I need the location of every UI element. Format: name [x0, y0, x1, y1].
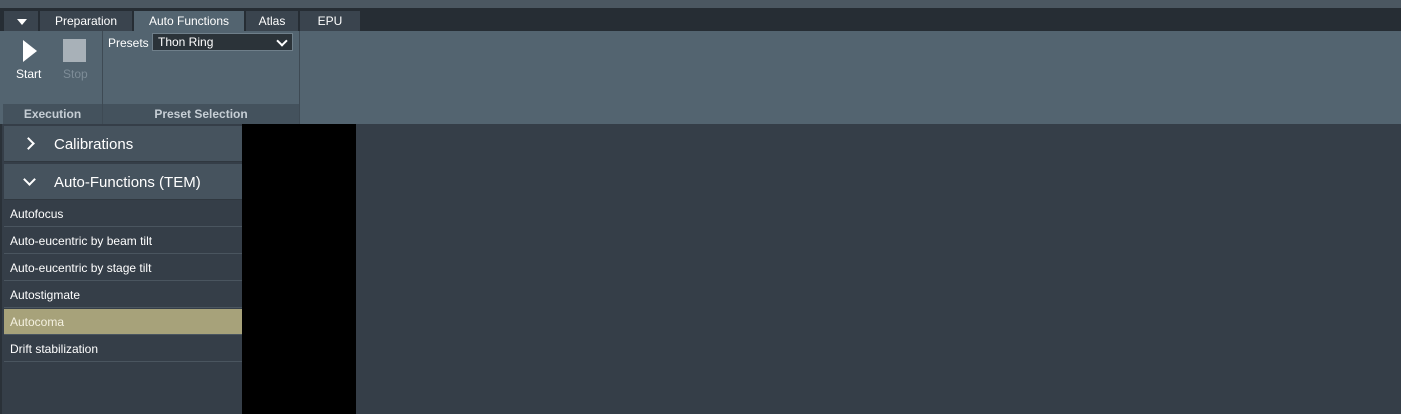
start-button[interactable]: Start: [11, 37, 47, 85]
section-calibrations-label: Calibrations: [54, 136, 134, 153]
stop-label: Stop: [63, 67, 88, 81]
list-item-autostigmate[interactable]: Autostigmate: [4, 282, 243, 308]
chevron-down-icon: [276, 35, 288, 47]
execution-group: Start Stop Execution: [3, 31, 103, 124]
play-icon: [23, 40, 37, 62]
chevron-right-icon: [22, 137, 35, 150]
tab-menu-dropdown[interactable]: [4, 11, 38, 31]
start-label: Start: [16, 67, 42, 81]
chevron-down-icon: [23, 173, 36, 186]
image-view-panel: [242, 124, 356, 414]
section-auto-functions-tem[interactable]: Auto-Functions (TEM): [4, 164, 244, 200]
preset-selection-group-label: Preset Selection: [103, 104, 299, 124]
list-item-auto-eucentric-stage-tilt[interactable]: Auto-eucentric by stage tilt: [4, 255, 243, 281]
list-item-autofocus[interactable]: Autofocus: [4, 201, 243, 227]
ribbon-toolbar: Start Stop Execution Presets Thon Ring P…: [0, 31, 1401, 124]
list-item-autocoma[interactable]: Autocoma: [4, 309, 243, 335]
triangle-down-icon: [17, 19, 27, 25]
section-calibrations[interactable]: Calibrations: [4, 126, 244, 162]
sidebar: Calibrations Auto-Functions (TEM) Autofo…: [0, 124, 244, 414]
execution-group-label: Execution: [3, 104, 102, 124]
preset-selection-group: Presets Thon Ring Preset Selection: [103, 31, 300, 124]
window-top-strip: [0, 0, 1401, 8]
tab-auto-functions[interactable]: Auto Functions: [134, 11, 244, 31]
tab-epu[interactable]: EPU: [300, 11, 360, 31]
list-item-drift-stabilization[interactable]: Drift stabilization: [4, 336, 243, 362]
presets-label: Presets: [108, 36, 149, 50]
stop-icon: [63, 39, 86, 62]
list-item-auto-eucentric-beam-tilt[interactable]: Auto-eucentric by beam tilt: [4, 228, 243, 254]
tab-preparation[interactable]: Preparation: [40, 11, 132, 31]
main-content-area: [356, 124, 1401, 414]
stop-button[interactable]: Stop: [59, 37, 95, 85]
section-auto-functions-label: Auto-Functions (TEM): [54, 174, 201, 191]
tab-atlas[interactable]: Atlas: [246, 11, 298, 31]
preset-select-value: Thon Ring: [158, 35, 214, 49]
preset-select[interactable]: Thon Ring: [152, 33, 293, 51]
tab-bar: Preparation Auto Functions Atlas EPU: [0, 8, 1401, 31]
